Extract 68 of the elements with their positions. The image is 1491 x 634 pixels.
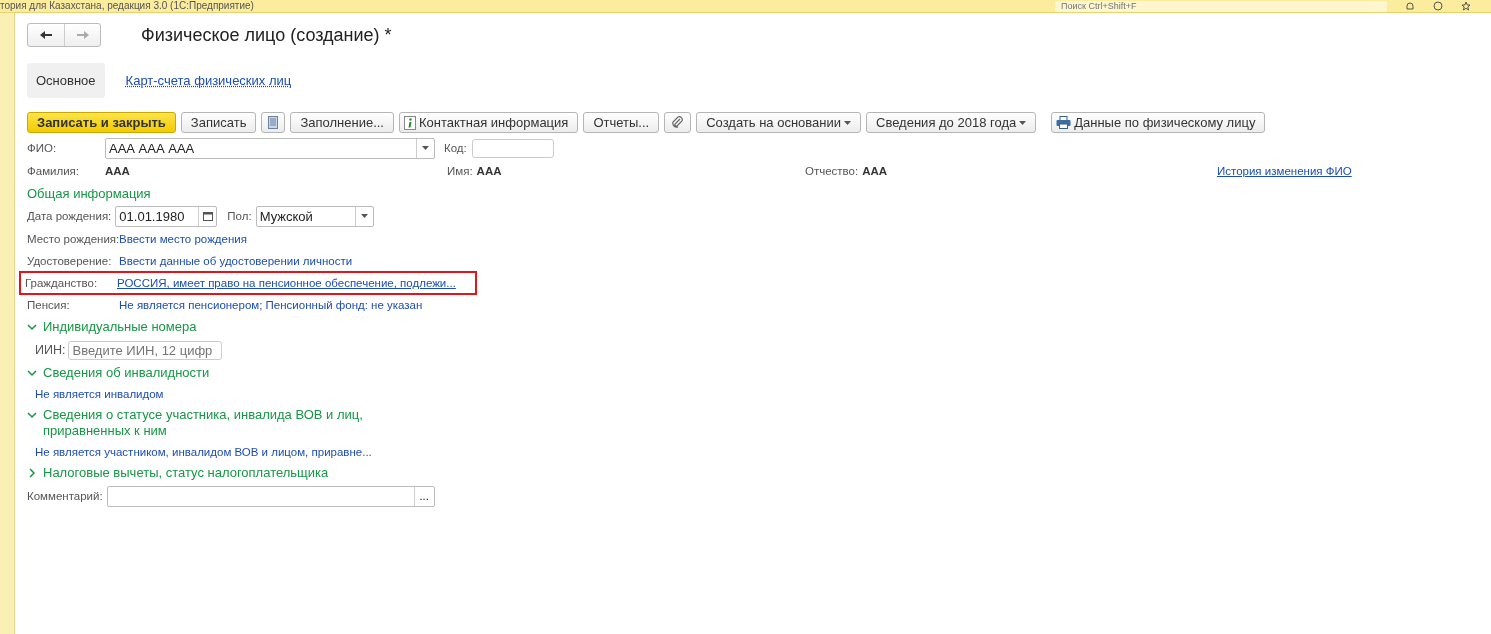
list-icon	[268, 116, 279, 129]
bell-icon[interactable]	[1405, 1, 1415, 11]
field-label: Комментарий:	[27, 490, 103, 502]
chevron-icon	[27, 410, 37, 420]
group-header[interactable]: Налоговые вычеты, статус налогоплательщика	[27, 462, 388, 484]
tab[interactable]: Основное	[27, 63, 105, 98]
history-link[interactable]: История изменения ФИО	[1217, 165, 1352, 177]
field-value: ААА	[105, 165, 130, 177]
field-label: Дата рождения:	[27, 210, 112, 222]
field-label: Место рождения:	[27, 233, 119, 245]
calendar-icon	[202, 211, 213, 221]
field-label: Фамилия:	[27, 165, 81, 177]
paperclip-icon	[671, 116, 685, 129]
field-label: ИИН:	[35, 343, 66, 357]
group-header[interactable]: Индивидуальные номера	[27, 316, 388, 338]
field-label: Удостоверение:	[27, 255, 113, 267]
right-arrow-icon	[75, 30, 90, 40]
tab[interactable]: Карт-счета физических лиц	[116, 63, 301, 98]
caret-icon	[1019, 120, 1027, 125]
chevron-icon	[27, 468, 37, 478]
iin-field[interactable]: Введите ИИН, 12 цифр	[68, 340, 223, 360]
field-label: Код:	[444, 142, 467, 154]
select-button[interactable]: ...	[413, 486, 434, 506]
section-title: Общая информация	[27, 185, 151, 201]
toolbar-button[interactable]: Заполнение...	[290, 112, 394, 133]
menu-button[interactable]: Сведения до 2018 года	[866, 112, 1037, 133]
gender-field[interactable]: Мужской	[255, 205, 374, 227]
printer-icon	[1056, 116, 1072, 129]
toolbar-button[interactable]: Данные по физическому лицу	[1051, 112, 1266, 133]
birth-date-field[interactable]: 01.01.1980	[115, 205, 218, 227]
value-link[interactable]: Ввести место рождения	[119, 233, 247, 245]
info-icon	[404, 115, 416, 130]
field-label: Отчество:	[805, 165, 859, 177]
menu-button[interactable]: Создать на основании	[696, 112, 862, 133]
app-title: тория для Казахстана, редакция 3.0 (1С:Предприятие)	[0, 1, 254, 11]
icon-button[interactable]	[664, 112, 692, 133]
group-header[interactable]: Сведения о статусе участника, инвалида ВОВ и лиц, приравненных к ним	[27, 404, 388, 442]
save-and-close-button[interactable]: Записать и закрыть	[27, 112, 176, 133]
field-label: Имя:	[447, 165, 473, 177]
history-icon[interactable]	[1433, 1, 1443, 11]
chevron-icon	[27, 368, 37, 378]
toolbar-button[interactable]: Отчеты...	[583, 112, 660, 133]
caret-icon	[360, 214, 368, 218]
field-label: Пенсия:	[27, 299, 71, 311]
form-title: Физическое лицо (создание) *	[141, 24, 392, 46]
toolbar-button[interactable]: Контактная информация	[399, 112, 579, 133]
value-link[interactable]: РОССИЯ, имеет право на пенсионное обеспечение, подлежи...	[117, 277, 456, 289]
value-link[interactable]: Не является пенсионером; Пенсионный фонд: не указан	[119, 299, 423, 311]
field-label: ФИО:	[27, 142, 58, 154]
chevron-icon	[27, 322, 37, 332]
caret-icon	[422, 146, 429, 150]
left-arrow-icon	[39, 30, 53, 40]
icon-button[interactable]	[261, 112, 286, 133]
caret-icon	[844, 120, 852, 125]
value-link[interactable]: Не является инвалидом	[35, 388, 164, 400]
field-label: Гражданство:	[25, 277, 99, 289]
star-icon[interactable]	[1461, 1, 1471, 11]
group-header[interactable]: Сведения об инвалидности	[27, 362, 388, 384]
field-value: ААА	[476, 165, 502, 177]
toolbar-button[interactable]: Записать	[180, 112, 257, 133]
code-field[interactable]	[471, 138, 554, 158]
fio-field[interactable]: ААА ААА ААА	[105, 137, 435, 159]
field-value: ААА	[862, 165, 888, 177]
comment-field[interactable]: ...	[106, 485, 435, 507]
search-field[interactable]: Поиск Ctrl+Shift+F	[1055, 0, 1387, 12]
value-link[interactable]: Не является участником, инвалидом ВОВ и лицом, приравне...	[35, 446, 372, 458]
value-link[interactable]: Ввести данные об удостоверении личности	[119, 255, 353, 267]
field-label: Пол:	[227, 210, 252, 222]
